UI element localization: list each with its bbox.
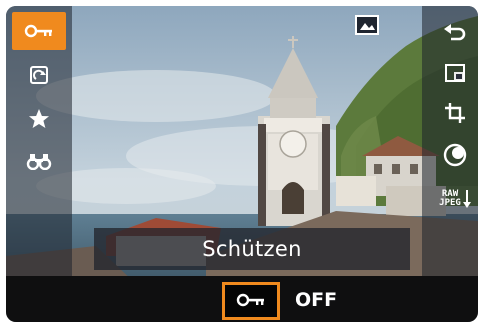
raw-conversion-button[interactable]: RAW JPEG [428, 180, 478, 218]
rating-star-icon [27, 107, 51, 131]
protect-setting-button[interactable] [222, 282, 280, 320]
return-arrow-icon [443, 23, 467, 43]
protect-status-value: OFF [295, 289, 338, 311]
function-name-label: Schützen [94, 228, 410, 270]
raw-jpeg-convert-icon: RAW JPEG [439, 189, 471, 209]
creative-filter-button[interactable] [428, 136, 478, 174]
protect-key-icon [236, 292, 266, 311]
return-button[interactable] [428, 14, 478, 52]
protect-button[interactable] [12, 12, 66, 50]
resize-button[interactable] [428, 54, 478, 92]
rotate-image-icon [28, 64, 50, 86]
jpeg-text: JPEG [439, 198, 461, 208]
crop-button[interactable] [428, 94, 478, 132]
camera-screen: RAW JPEG Schützen OFF [6, 6, 478, 322]
image-frame-icon [355, 15, 379, 39]
search-button[interactable] [12, 142, 66, 180]
photo-background [6, 6, 478, 322]
resize-image-icon [444, 63, 466, 83]
protect-key-icon [24, 24, 54, 38]
creative-filter-icon [443, 143, 467, 167]
search-binoculars-icon [26, 152, 52, 170]
image-display-indicator [352, 14, 382, 40]
crop-icon [444, 102, 466, 124]
rotate-button[interactable] [12, 56, 66, 94]
rating-button[interactable] [12, 100, 66, 138]
